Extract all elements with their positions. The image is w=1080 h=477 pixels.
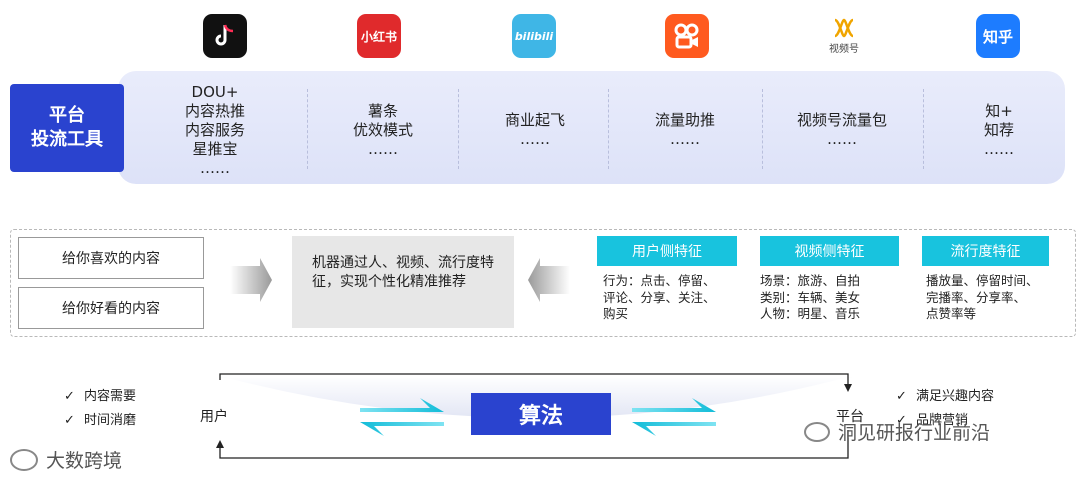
watermark-left: 大数跨境 <box>10 446 122 473</box>
tool-line: 薯条 <box>367 101 398 120</box>
tool-line: 视频号流量包 <box>796 111 887 129</box>
tool-xiaohongshu: 薯条 优效模式 …… <box>318 84 448 176</box>
tiktok-icon <box>203 14 247 58</box>
check-label: 内容需要 <box>84 389 137 404</box>
tool-line: 流量助推 <box>654 111 715 129</box>
user-feature-title: 用户侧特征 <box>597 236 737 266</box>
video-feature-title: 视频侧特征 <box>760 236 899 266</box>
tool-line: …… <box>984 139 1014 158</box>
tool-divider <box>458 89 459 169</box>
kuaishou-icon <box>665 14 709 58</box>
feature-line: 场景：旅游、自拍 <box>760 273 861 288</box>
feature-line: 点赞率等 <box>926 306 977 321</box>
tool-kuaishou: 流量助推 …… <box>620 84 750 176</box>
check-label: 时间消磨 <box>84 413 137 428</box>
feature-line: 评论、分享、关注、 <box>603 289 716 305</box>
tool-line: …… <box>670 130 700 148</box>
tool-divider <box>923 89 924 169</box>
tool-line: 知+ <box>985 101 1013 120</box>
tool-divider <box>762 89 763 169</box>
platform-tools-label: 平台 投流工具 <box>10 84 124 172</box>
algorithm-label: 算法 <box>471 393 611 435</box>
xiaohongshu-icon: 小红书 <box>357 14 401 58</box>
feature-line: 购买 <box>603 306 629 321</box>
good-looking-content-box: 给你好看的内容 <box>18 287 204 329</box>
video-feature-body: 场景：旅游、自拍 类别：车辆、美女 人物：明星、音乐 <box>760 273 860 323</box>
check-icon: ✓ <box>64 413 75 428</box>
popularity-feature-body: 播放量、停留时间、 完播率、分享率、 点赞率等 <box>926 273 1039 323</box>
user-feature-body: 行为：点击、停留、 评论、分享、关注、 购买 <box>603 273 716 323</box>
left-arrow-icon <box>230 258 272 302</box>
tool-line: 商业起飞 <box>504 111 565 129</box>
like-content-box: 给你喜欢的内容 <box>18 237 204 279</box>
tool-bilibili: 商业起飞 …… <box>470 84 600 176</box>
platform-tools-label-line1: 平台 <box>49 105 85 126</box>
tool-line: DOU+ <box>191 82 239 101</box>
channels-label: 视频号 <box>829 43 859 55</box>
tool-douyin: DOU+ 内容热推 内容服务 星推宝 …… <box>150 82 280 177</box>
tool-line: 星推宝 <box>192 139 238 158</box>
user-needs-list: ✓ 内容需要 ✓ 时间消磨 <box>64 385 136 433</box>
tool-divider <box>608 89 609 169</box>
check-icon: ✓ <box>64 389 75 404</box>
check-item: ✓ 时间消磨 <box>64 409 136 433</box>
zhihu-icon: 知乎 <box>976 14 1020 58</box>
user-node-label: 用户 <box>200 409 228 425</box>
tool-line: 内容服务 <box>184 120 245 139</box>
feature-line: 完播率、分享率、 <box>926 289 1027 305</box>
popularity-feature-title: 流行度特征 <box>922 236 1049 266</box>
feature-line: 行为：点击、停留、 <box>603 273 716 288</box>
tool-line: …… <box>520 130 550 148</box>
feature-line: 播放量、停留时间、 <box>926 273 1039 288</box>
tool-line: …… <box>200 158 230 177</box>
wechat-icon <box>804 421 830 442</box>
platform-tools-label-line2: 投流工具 <box>31 129 103 150</box>
watermark-left-text: 大数跨境 <box>46 450 123 472</box>
tool-divider <box>307 89 308 169</box>
check-item: ✓ 内容需要 <box>64 385 136 409</box>
right-arrow-icon <box>528 258 570 302</box>
watermark-right: 洞见研报行业前沿 <box>804 418 990 445</box>
tool-line: 内容热推 <box>184 101 245 120</box>
tool-channels: 视频号流量包 …… <box>772 84 912 176</box>
tool-line: 优效模式 <box>352 120 413 139</box>
check-item: ✓ 满足兴趣内容 <box>896 385 994 409</box>
weibo-icon <box>10 448 38 471</box>
feature-line: 类别：车辆、美女 <box>760 289 861 305</box>
tool-line: …… <box>368 139 398 158</box>
watermark-right-text: 洞见研报行业前沿 <box>838 422 991 444</box>
bilibili-icon: bilibili <box>512 14 556 58</box>
check-label: 满足兴趣内容 <box>916 389 995 404</box>
machine-recommendation-text: 机器通过人、视频、流行度特征，实现个性化精准推荐 <box>292 236 514 328</box>
feature-line: 人物：明星、音乐 <box>760 306 861 321</box>
channels-icon: 视频号 <box>820 14 868 58</box>
tool-line: …… <box>827 130 857 148</box>
check-icon: ✓ <box>896 389 907 404</box>
tool-line: 知荐 <box>983 120 1014 139</box>
tool-zhihu: 知+ 知荐 …… <box>934 84 1064 176</box>
